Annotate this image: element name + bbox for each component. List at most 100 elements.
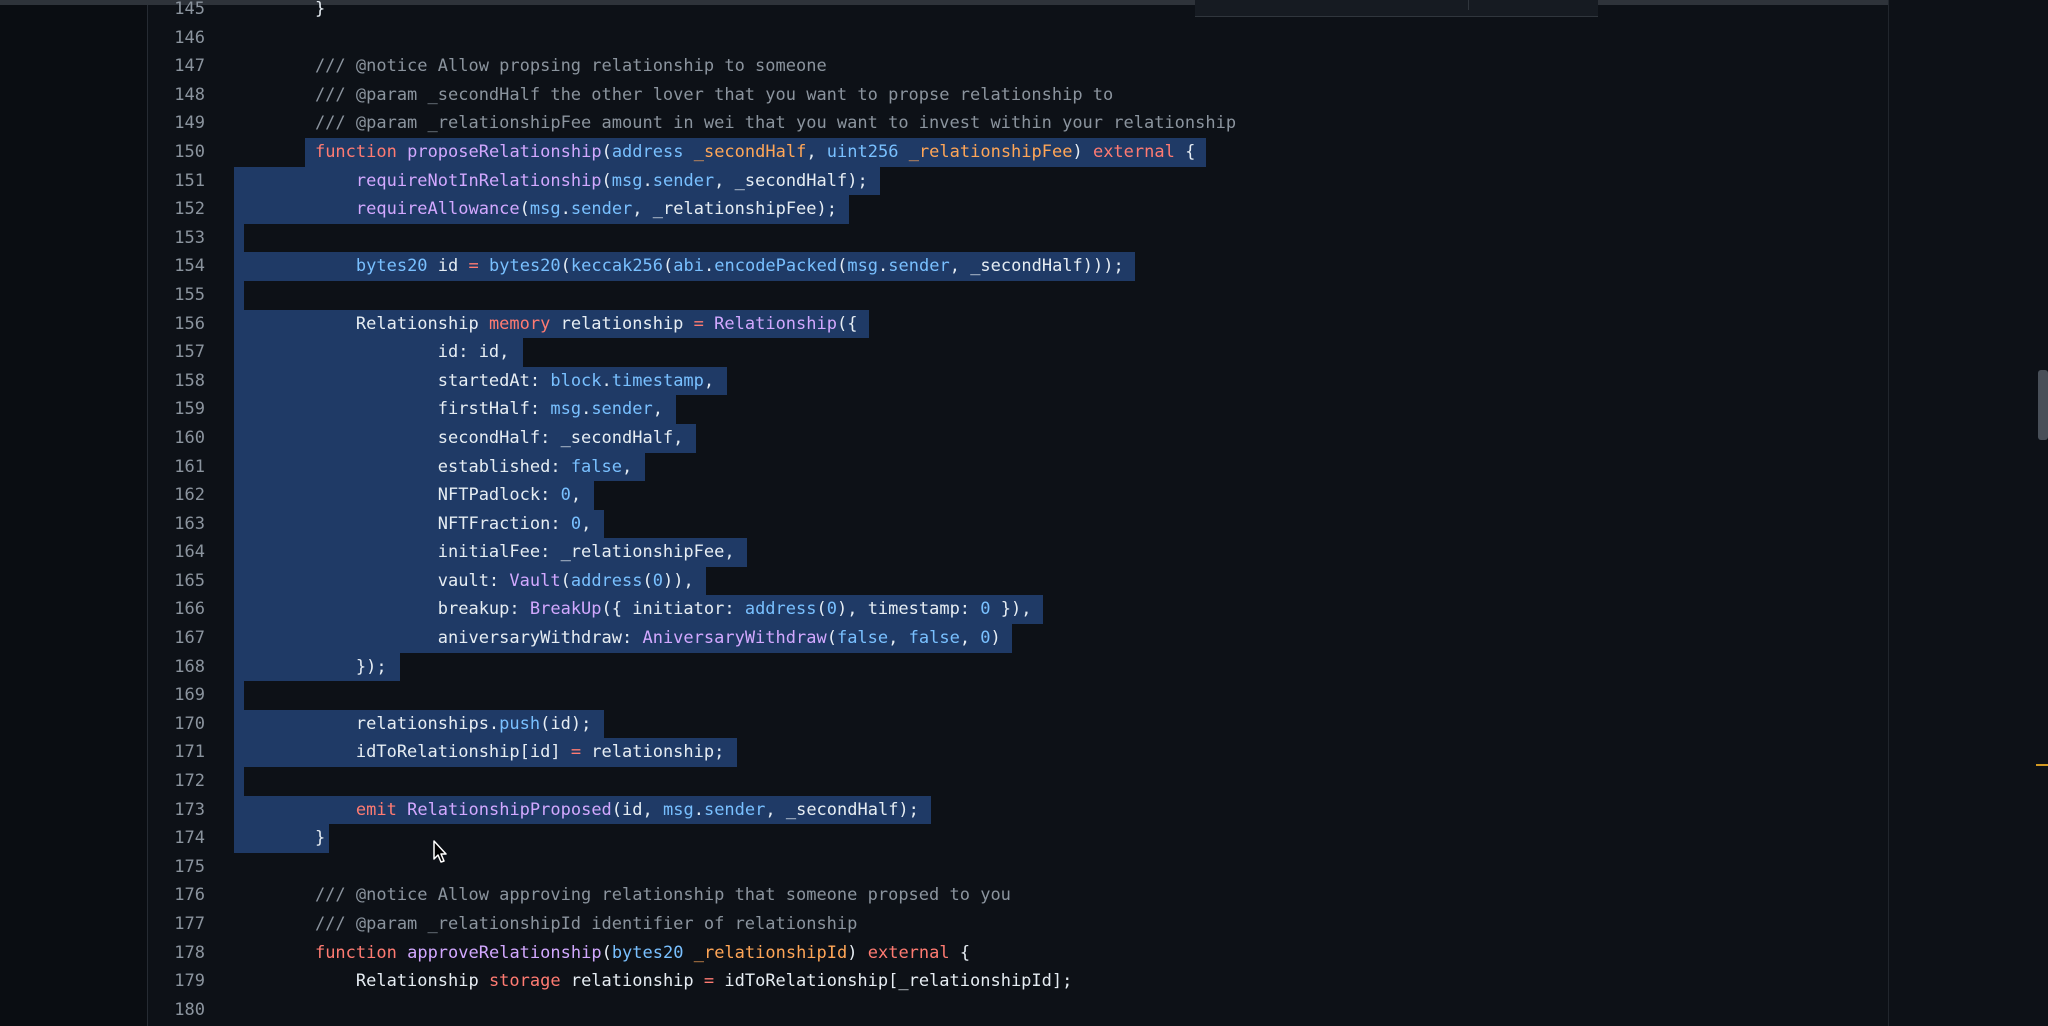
code-token: memory [488,313,551,334]
vertical-scrollbar-thumb[interactable] [2038,370,2048,440]
left-sidebar-panel [0,0,148,1026]
code-token: relationship; [581,742,725,763]
overview-ruler-marker [2036,764,2048,766]
code-text: requireNotInRelationship(msg.sender, _se… [274,167,868,196]
code-token: . [601,370,612,391]
code-text: secondHalf: _secondHalf, [274,424,684,453]
line-number: 178 [174,942,205,963]
code-line[interactable]: 150 function proposeRelationship(address… [148,137,1888,167]
code-token: ( [601,942,612,963]
code-line[interactable]: 162 NFTPadlock: 0, [148,481,1888,510]
code-line[interactable]: 145 } [148,0,1888,24]
code-line[interactable]: 165 vault: Vault(address(0)), [148,566,1888,596]
code-text: /// @param _relationshipId identifier of… [274,910,857,939]
code-token: initialFee: _relationshipFee, [274,542,735,563]
code-token: bytes20 [611,942,684,963]
line-number: 177 [174,914,205,934]
code-line[interactable]: 173 emit RelationshipProposed(id, msg.se… [148,795,1888,825]
code-token: external [867,942,950,963]
line-number: 179 [174,971,205,992]
code-line[interactable]: 179 Relationship storage relationship = … [148,967,1888,996]
code-token: Relationship [714,313,837,334]
line-number: 162 [174,485,205,506]
line-number: 164 [174,542,205,563]
code-token: requireNotInRelationship [355,170,602,191]
code-token: BreakUp [529,599,602,620]
code-line[interactable]: 155 [148,280,1888,310]
code-token: external [1092,141,1175,162]
code-line[interactable]: 164 initialFee: _relationshipFee, [148,538,1888,567]
code-text: Relationship storage relationship = idTo… [274,967,1073,996]
code-token: , [652,399,663,420]
code-line[interactable]: 153 [148,223,1888,253]
mouse-cursor-icon [433,840,449,868]
code-lines[interactable]: 145 } 146 147 /// @notice Allow propsing r… [148,0,1888,1024]
line-number: 152 [174,199,205,220]
code-line[interactable]: 156 Relationship memory relationship = R… [148,309,1888,339]
code-line[interactable]: 178 function approveRelationship(bytes20… [148,939,1888,968]
code-token: , _secondHalf); [714,170,868,191]
code-line[interactable]: 152 requireAllowance(msg.sender, _relati… [148,195,1888,224]
code-line[interactable]: 160 secondHalf: _secondHalf, [148,423,1888,453]
code-line[interactable]: 180 [148,996,1888,1025]
code-token: bytes20 [489,256,561,277]
code-line[interactable]: 174 } [148,824,1888,853]
code-token: = [693,313,704,334]
code-line[interactable]: 168 }); [148,652,1888,682]
code-line[interactable]: 170 relationships.push(id); [148,709,1888,739]
code-token: ( [816,599,827,620]
line-number: 169 [174,685,205,706]
line-number: 165 [174,570,205,591]
code-line[interactable]: 151 requireNotInRelationship(msg.sender,… [148,166,1888,196]
code-line[interactable]: 158 startedAt: block.timestamp, [148,366,1888,396]
code-token: relationships. [274,713,500,734]
code-token: keccak256 [570,256,664,277]
line-number: 147 [174,56,205,77]
code-line[interactable]: 163 NFTFraction: 0, [148,509,1888,539]
code-line[interactable]: 154 bytes20 id = bytes20(keccak256(abi.e… [148,252,1888,281]
code-token: address [744,599,817,620]
code-line[interactable]: 175 [148,853,1888,882]
code-line[interactable]: 157 id: id, [148,338,1888,367]
code-line[interactable]: 147 /// @notice Allow propsing relations… [148,52,1888,81]
code-text: /// @param _secondHalf the other lover t… [274,81,1113,110]
code-token: (id); [540,713,592,734]
code-token: uint256 [826,141,899,162]
code-line[interactable]: 177 /// @param _relationshipId identifie… [148,910,1888,939]
code-token: Vault [509,570,561,591]
code-token: ) [1072,141,1093,162]
code-token: , [581,513,592,534]
line-number: 146 [174,27,205,48]
line-number: 170 [174,713,205,734]
code-text: NFTPadlock: 0, [274,481,581,510]
code-token: sender [570,199,633,220]
code-text: initialFee: _relationshipFee, [274,538,735,567]
code-token: proposeRelationship [407,141,602,162]
code-line[interactable]: 172 [148,767,1888,796]
code-token: storage [488,971,561,992]
code-line[interactable]: 167 aniversaryWithdraw: AniversaryWithdr… [148,624,1888,653]
code-token: /// @notice Allow propsing relationship … [274,56,827,77]
code-line[interactable]: 171 idToRelationship[id] = relationship; [148,738,1888,768]
code-token: block [550,370,602,391]
code-line[interactable]: 169 [148,681,1888,710]
line-number: 151 [174,170,205,191]
code-text: aniversaryWithdraw: AniversaryWithdraw(f… [274,624,1001,653]
code-line[interactable]: 146 [148,24,1888,53]
code-line[interactable]: 166 breakup: BreakUp({ initiator: addres… [148,595,1888,625]
code-token: . [642,170,653,191]
code-line[interactable]: 176 /// @notice Allow approving relation… [148,881,1888,910]
code-line[interactable]: 149 /// @param _relationshipFee amount i… [148,109,1888,138]
code-line[interactable]: 159 firstHalf: msg.sender, [148,395,1888,424]
code-line[interactable]: 161 established: false, [148,452,1888,482]
code-token: address [611,141,684,162]
code-text: /// @notice Allow propsing relationship … [274,52,827,81]
code-token: Relationship [274,971,489,992]
code-line[interactable]: 148 /// @param _secondHalf the other lov… [148,81,1888,110]
code-token: sender [703,799,766,820]
code-token: }); [274,656,387,677]
